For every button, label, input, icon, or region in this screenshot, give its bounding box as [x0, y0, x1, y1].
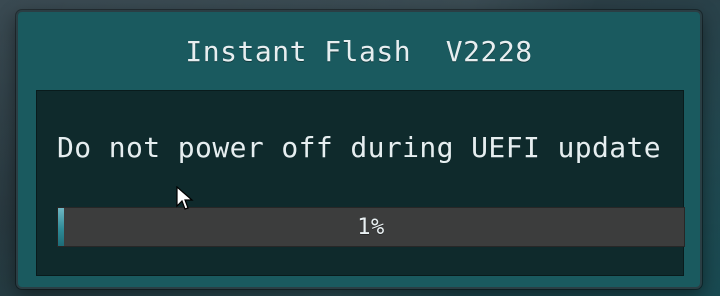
dialog-body: Do not power off during UEFI update 1%	[36, 90, 685, 276]
instant-flash-dialog: Instant Flash V2228 Do not power off dur…	[16, 10, 702, 289]
progress-percent: 1%	[357, 214, 385, 240]
update-progress-bar: 1%	[57, 207, 685, 247]
warning-message: Do not power off during UEFI update	[57, 131, 662, 164]
dialog-title: Instant Flash V2228	[185, 34, 533, 68]
